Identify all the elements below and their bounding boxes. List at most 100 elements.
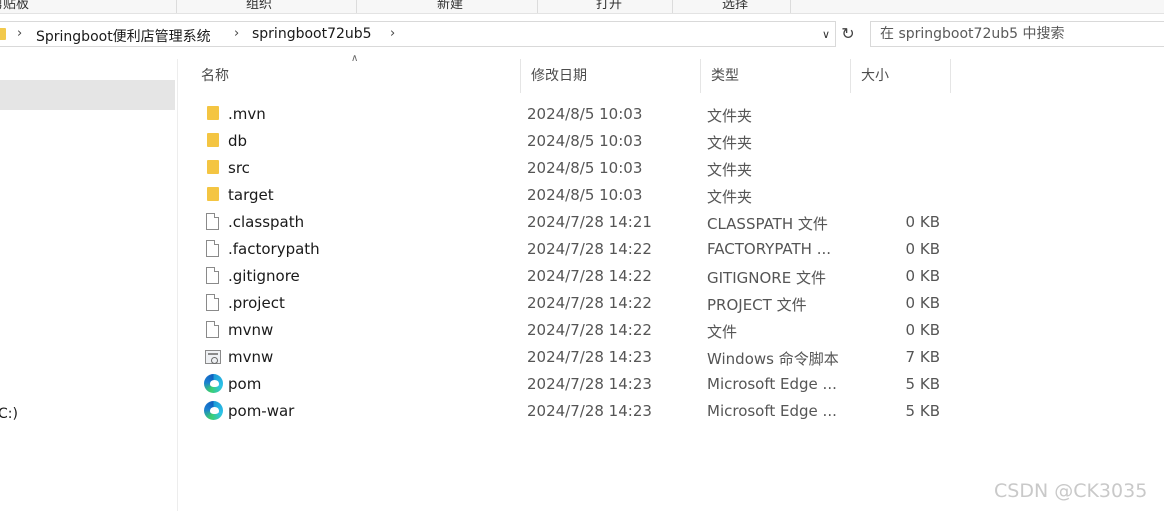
- file-list: .mvn 2024/8/5 10:03 文件夹 db 2024/8/5 10:0…: [199, 101, 959, 425]
- column-header-size[interactable]: 大小: [851, 59, 951, 93]
- file-row[interactable]: src 2024/8/5 10:03 文件夹: [199, 155, 959, 182]
- file-type: 文件夹: [707, 134, 753, 152]
- breadcrumb-item[interactable]: springboot72ub5: [252, 26, 372, 42]
- breadcrumb-item[interactable]: Springboot便利店管理系统: [36, 26, 211, 46]
- ribbon-divider: [537, 0, 538, 13]
- ribbon-divider: [672, 0, 673, 13]
- chevron-right-icon[interactable]: ›: [234, 26, 239, 41]
- edge-icon: [203, 374, 223, 395]
- file-type: 文件: [707, 323, 738, 341]
- file-type: 文件夹: [707, 188, 753, 206]
- file-date: 2024/7/28 14:22: [527, 294, 652, 312]
- file-row[interactable]: mvnw 2024/7/28 14:23 Windows 命令脚本 7 KB: [199, 344, 959, 371]
- file-name: .classpath: [228, 213, 305, 231]
- file-name: src: [228, 159, 250, 177]
- file-icon: [203, 213, 221, 233]
- file-name: mvnw: [228, 321, 274, 339]
- file-type: Microsoft Edge ...: [707, 375, 837, 393]
- file-row[interactable]: target 2024/8/5 10:03 文件夹: [199, 182, 959, 209]
- file-name: pom-war: [228, 402, 295, 420]
- file-icon: [203, 294, 221, 314]
- file-row[interactable]: .factorypath 2024/7/28 14:22 FACTORYPATH…: [199, 236, 959, 263]
- file-type: PROJECT 文件: [707, 296, 807, 314]
- file-size: 0 KB: [905, 321, 940, 339]
- ribbon-group-select[interactable]: 选择: [722, 0, 748, 12]
- file-row[interactable]: .project 2024/7/28 14:22 PROJECT 文件 0 KB: [199, 290, 959, 317]
- folder-icon: [203, 105, 221, 125]
- file-size: 0 KB: [905, 240, 940, 258]
- file-date: 2024/8/5 10:03: [527, 159, 643, 177]
- file-date: 2024/7/28 14:21: [527, 213, 652, 231]
- file-name: pom: [228, 375, 262, 393]
- file-date: 2024/7/28 14:22: [527, 267, 652, 285]
- file-type: Windows 命令脚本: [707, 350, 839, 368]
- file-type: FACTORYPATH ...: [707, 240, 832, 258]
- ribbon-group-new[interactable]: 新建: [437, 0, 463, 12]
- chevron-right-icon[interactable]: ›: [390, 26, 395, 41]
- file-date: 2024/7/28 14:22: [527, 240, 652, 258]
- chevron-right-icon[interactable]: ›: [17, 26, 22, 41]
- file-size: 5 KB: [905, 402, 940, 420]
- edge-icon: [203, 401, 223, 422]
- file-date: 2024/7/28 14:23: [527, 375, 652, 393]
- file-icon: [203, 267, 221, 287]
- file-name: .mvn: [228, 105, 266, 123]
- address-bar[interactable]: › Springboot便利店管理系统 › springboot72ub5 › …: [0, 21, 836, 47]
- column-header-type[interactable]: 类型: [701, 59, 851, 93]
- file-date: 2024/8/5 10:03: [527, 132, 643, 150]
- file-size: 7 KB: [905, 348, 940, 366]
- nav-item-selected[interactable]: [0, 80, 175, 110]
- file-row[interactable]: pom-war 2024/7/28 14:23 Microsoft Edge .…: [199, 398, 959, 425]
- file-name: db: [228, 132, 248, 150]
- navigation-pane[interactable]: C:): [0, 59, 178, 511]
- cmd-script-icon: [203, 348, 221, 368]
- column-header-name[interactable]: 名称: [191, 59, 521, 93]
- file-icon: [203, 321, 221, 341]
- file-type: Microsoft Edge ...: [707, 402, 837, 420]
- watermark: CSDN @CK3035: [994, 480, 1148, 502]
- file-size: 5 KB: [905, 375, 940, 393]
- file-row[interactable]: mvnw 2024/7/28 14:22 文件 0 KB: [199, 317, 959, 344]
- file-type: 文件夹: [707, 161, 753, 179]
- folder-icon: [203, 132, 221, 152]
- ribbon-group-organize[interactable]: 组织: [246, 0, 272, 12]
- file-name: target: [228, 186, 274, 204]
- file-row[interactable]: .gitignore 2024/7/28 14:22 GITIGNORE 文件 …: [199, 263, 959, 290]
- file-row[interactable]: .classpath 2024/7/28 14:21 CLASSPATH 文件 …: [199, 209, 959, 236]
- file-date: 2024/7/28 14:22: [527, 321, 652, 339]
- file-name: .project: [228, 294, 285, 312]
- folder-icon: [203, 159, 221, 179]
- ribbon: 剪贴板 组织 新建 打开 选择: [0, 0, 1164, 14]
- column-headers: ∧ 名称 修改日期 类型 大小: [179, 53, 1164, 93]
- search-box[interactable]: [870, 21, 1164, 47]
- file-type: GITIGNORE 文件: [707, 269, 826, 287]
- refresh-icon[interactable]: ↻: [837, 21, 859, 47]
- file-icon: [203, 240, 221, 260]
- file-size: 0 KB: [905, 267, 940, 285]
- column-header-date[interactable]: 修改日期: [521, 59, 701, 93]
- file-date: 2024/7/28 14:23: [527, 402, 652, 420]
- folder-icon: [203, 186, 221, 206]
- ribbon-divider: [176, 0, 177, 13]
- file-row[interactable]: pom 2024/7/28 14:23 Microsoft Edge ... 5…: [199, 371, 959, 398]
- nav-item-drive-c[interactable]: C:): [0, 406, 18, 422]
- file-date: 2024/8/5 10:03: [527, 105, 643, 123]
- file-size: 0 KB: [905, 294, 940, 312]
- ribbon-group-clipboard[interactable]: 剪贴板: [0, 0, 29, 12]
- file-name: .factorypath: [228, 240, 320, 258]
- folder-icon: [0, 28, 6, 40]
- file-name: .gitignore: [228, 267, 300, 285]
- file-row[interactable]: .mvn 2024/8/5 10:03 文件夹: [199, 101, 959, 128]
- ribbon-group-open[interactable]: 打开: [596, 0, 622, 12]
- chevron-down-icon[interactable]: ∨: [818, 25, 834, 45]
- ribbon-divider: [790, 0, 791, 13]
- file-date: 2024/7/28 14:23: [527, 348, 652, 366]
- file-name: mvnw: [228, 348, 274, 366]
- ribbon-divider: [356, 0, 357, 13]
- file-type: 文件夹: [707, 107, 753, 125]
- file-type: CLASSPATH 文件: [707, 215, 828, 233]
- file-date: 2024/8/5 10:03: [527, 186, 643, 204]
- search-input[interactable]: [871, 22, 1164, 46]
- file-size: 0 KB: [905, 213, 940, 231]
- file-row[interactable]: db 2024/8/5 10:03 文件夹: [199, 128, 959, 155]
